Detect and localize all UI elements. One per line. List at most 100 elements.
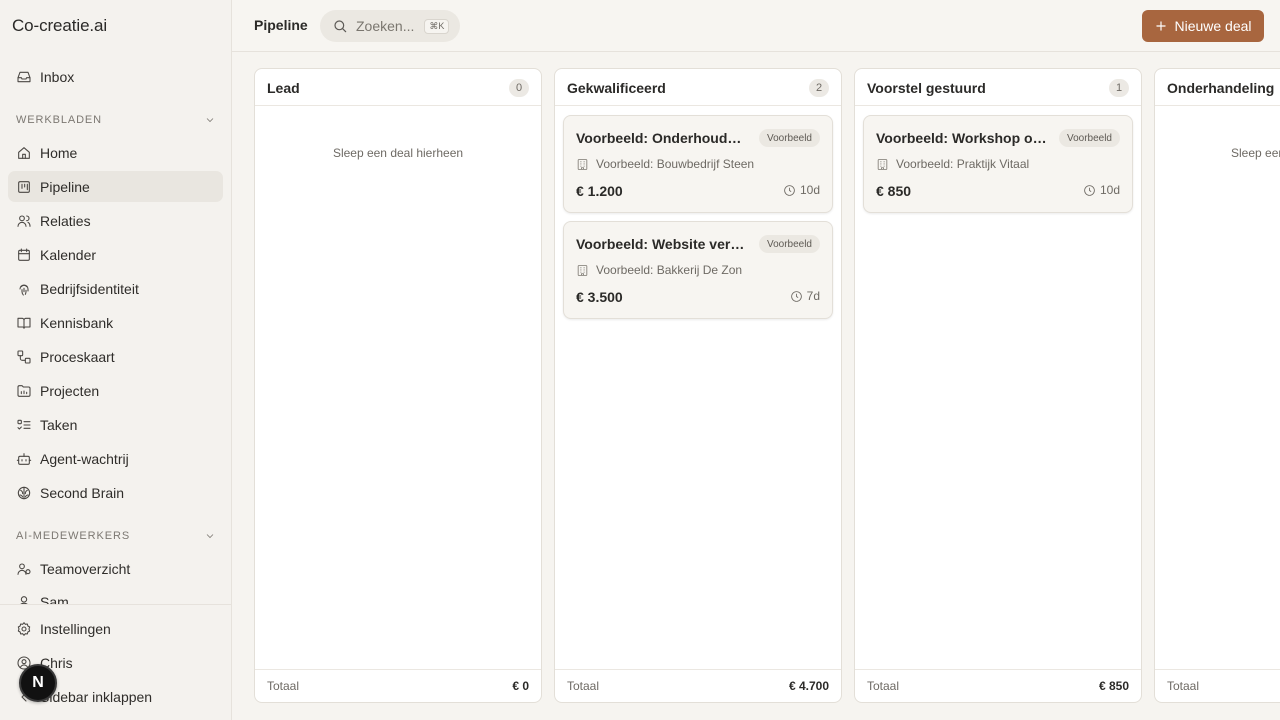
sidebar-item-label: Second Brain bbox=[40, 484, 125, 501]
deal-amount: € 1.200 bbox=[576, 183, 623, 199]
calendar-icon bbox=[18, 247, 30, 261]
deal-age: 10d bbox=[783, 183, 820, 197]
sidebar-item-inbox[interactable]: Inbox bbox=[8, 61, 223, 92]
sidebar-item-label: Kalender bbox=[40, 246, 97, 263]
chevron-down-icon bbox=[206, 534, 214, 539]
dev-tools-badge[interactable]: N bbox=[19, 664, 57, 702]
sidebar-item-label: Kennisbank bbox=[40, 314, 114, 331]
column-title: Lead bbox=[267, 80, 300, 96]
folder-icon bbox=[17, 384, 31, 397]
top-bar: Pipeline Zoeken... ⌘K Nieuwe deal bbox=[232, 0, 1280, 52]
users-icon bbox=[17, 214, 31, 227]
new-deal-button[interactable]: Nieuwe deal bbox=[1142, 10, 1264, 42]
building-icon bbox=[577, 264, 588, 276]
deal-amount: € 3.500 bbox=[576, 289, 623, 305]
deal-card[interactable]: Voorbeeld: Website vernieuwing Voorbeeld… bbox=[563, 221, 833, 319]
sidebar-item-teamoverzicht[interactable]: Teamoverzicht bbox=[8, 553, 223, 584]
sidebar-item-label: Teamoverzicht bbox=[40, 560, 131, 577]
chevron-down-icon bbox=[206, 118, 214, 123]
brand-name[interactable]: Co-creatie.ai bbox=[12, 16, 107, 36]
sidebar-item-label: Relaties bbox=[40, 212, 91, 229]
deal-amount: € 850 bbox=[876, 183, 912, 199]
bot-icon bbox=[16, 452, 32, 465]
deal-age: 10d bbox=[1083, 183, 1120, 197]
total-label: Totaal bbox=[1167, 679, 1200, 693]
column-footer: Totaal € 0 bbox=[255, 669, 541, 702]
section-ai-medewerkers[interactable]: AI-MEDEWERKERS bbox=[16, 530, 216, 542]
column-onderhandeling[interactable]: Onderhandeling Sleep een deal hierheen T… bbox=[1154, 68, 1280, 703]
search-input[interactable]: Zoeken... ⌘K bbox=[320, 10, 460, 42]
column-title: Voorstel gestuurd bbox=[867, 80, 986, 96]
sidebar-item-second-brain[interactable]: Second Brain bbox=[8, 477, 223, 508]
sidebar-item-kalender[interactable]: Kalender bbox=[8, 239, 223, 270]
deal-title: Voorbeeld: Onderhoudscontract bbox=[576, 130, 748, 146]
sidebar-item-label: Sam bbox=[40, 594, 69, 604]
sidebar-item-label: Pipeline bbox=[40, 178, 90, 195]
deal-age: 7d bbox=[790, 289, 820, 303]
sidebar-item-label: Home bbox=[40, 144, 78, 161]
sidebar-item-relaties[interactable]: Relaties bbox=[8, 205, 223, 236]
sidebar-item-label: Agent-wachtrij bbox=[40, 450, 129, 467]
sidebar-item-label: Inbox bbox=[40, 68, 75, 85]
column-header: Onderhandeling bbox=[1155, 69, 1280, 106]
example-badge: Voorbeeld bbox=[758, 129, 820, 147]
sidebar-item-agent-wachtrij[interactable]: Agent-wachtrij bbox=[8, 443, 223, 474]
column-count: 2 bbox=[809, 79, 829, 97]
column-header: Voorstel gestuurd 1 bbox=[855, 69, 1141, 106]
column-gekwalificeerd[interactable]: Gekwalificeerd 2 Voorbeeld: Onderhoudsco… bbox=[554, 68, 842, 703]
total-label: Totaal bbox=[867, 679, 900, 693]
search-shortcut: ⌘K bbox=[424, 18, 450, 34]
deal-card[interactable]: Voorbeeld: Workshop op maat Voorbeeld Vo… bbox=[863, 115, 1133, 213]
sidebar-item-bedrijfsidentiteit[interactable]: Bedrijfsidentiteit bbox=[8, 273, 223, 304]
column-voorstel-gestuurd[interactable]: Voorstel gestuurd 1 Voorbeeld: Workshop … bbox=[854, 68, 1142, 703]
sidebar-item-sam[interactable]: Sam bbox=[8, 587, 223, 604]
sidebar-footer: Instellingen Chris Sidebar inklappen bbox=[0, 604, 231, 720]
book-icon bbox=[17, 317, 31, 329]
deal-title: Voorbeeld: Workshop op maat bbox=[876, 130, 1048, 146]
column-lead[interactable]: Lead 0 Sleep een deal hierheen Totaal € … bbox=[254, 68, 542, 703]
workflow-icon bbox=[17, 349, 31, 364]
column-count: 1 bbox=[1109, 79, 1129, 97]
building-icon bbox=[877, 158, 888, 170]
brain-icon bbox=[17, 486, 31, 499]
kanban-icon bbox=[18, 180, 30, 193]
column-count: 0 bbox=[509, 79, 529, 97]
team-icon bbox=[17, 562, 31, 575]
deal-card[interactable]: Voorbeeld: Onderhoudscontract Voorbeeld … bbox=[563, 115, 833, 213]
column-header: Gekwalificeerd 2 bbox=[555, 69, 841, 106]
empty-dropzone-text: Sleep een deal hierheen bbox=[332, 146, 464, 160]
example-badge: Voorbeeld bbox=[1058, 129, 1120, 147]
search-placeholder: Zoeken... bbox=[356, 18, 415, 34]
sidebar-item-projecten[interactable]: Projecten bbox=[8, 375, 223, 406]
deal-company: Voorbeeld: Praktijk Vitaal bbox=[876, 157, 1029, 171]
total-value: € 0 bbox=[512, 679, 529, 693]
fingerprint-icon bbox=[19, 283, 29, 296]
page-title: Pipeline bbox=[254, 17, 308, 33]
sidebar-item-instellingen[interactable]: Instellingen bbox=[8, 613, 223, 644]
sidebar-item-home[interactable]: Home bbox=[8, 137, 223, 168]
example-badge: Voorbeeld bbox=[758, 235, 820, 253]
sidebar-item-kennisbank[interactable]: Kennisbank bbox=[8, 307, 223, 338]
column-title: Gekwalificeerd bbox=[567, 80, 666, 96]
list-todo-icon bbox=[17, 419, 31, 430]
total-label: Totaal bbox=[267, 679, 300, 693]
sidebar: Co-creatie.ai Inbox WERKBLADEN Home Pipe… bbox=[0, 0, 232, 720]
column-footer: Totaal bbox=[1155, 669, 1280, 702]
clock-icon bbox=[790, 290, 802, 302]
search-icon bbox=[334, 20, 347, 33]
section-werkbladen[interactable]: WERKBLADEN bbox=[16, 114, 216, 126]
sidebar-item-pipeline[interactable]: Pipeline bbox=[8, 171, 223, 202]
column-header: Lead 0 bbox=[255, 69, 541, 106]
sidebar-item-label: Proceskaart bbox=[40, 348, 115, 365]
sidebar-item-proceskaart[interactable]: Proceskaart bbox=[8, 341, 223, 372]
home-icon bbox=[18, 146, 30, 159]
clock-icon bbox=[784, 184, 795, 196]
plus-icon bbox=[1156, 21, 1167, 31]
column-title: Onderhandeling bbox=[1167, 80, 1275, 96]
sidebar-item-taken[interactable]: Taken bbox=[8, 409, 223, 440]
column-footer: Totaal € 850 bbox=[855, 669, 1141, 702]
building-icon bbox=[577, 158, 588, 170]
sidebar-item-label: Projecten bbox=[40, 382, 100, 399]
empty-dropzone-text: Sleep een deal hierheen bbox=[1231, 146, 1280, 160]
sidebar-item-label: Bedrijfsidentiteit bbox=[40, 280, 139, 297]
